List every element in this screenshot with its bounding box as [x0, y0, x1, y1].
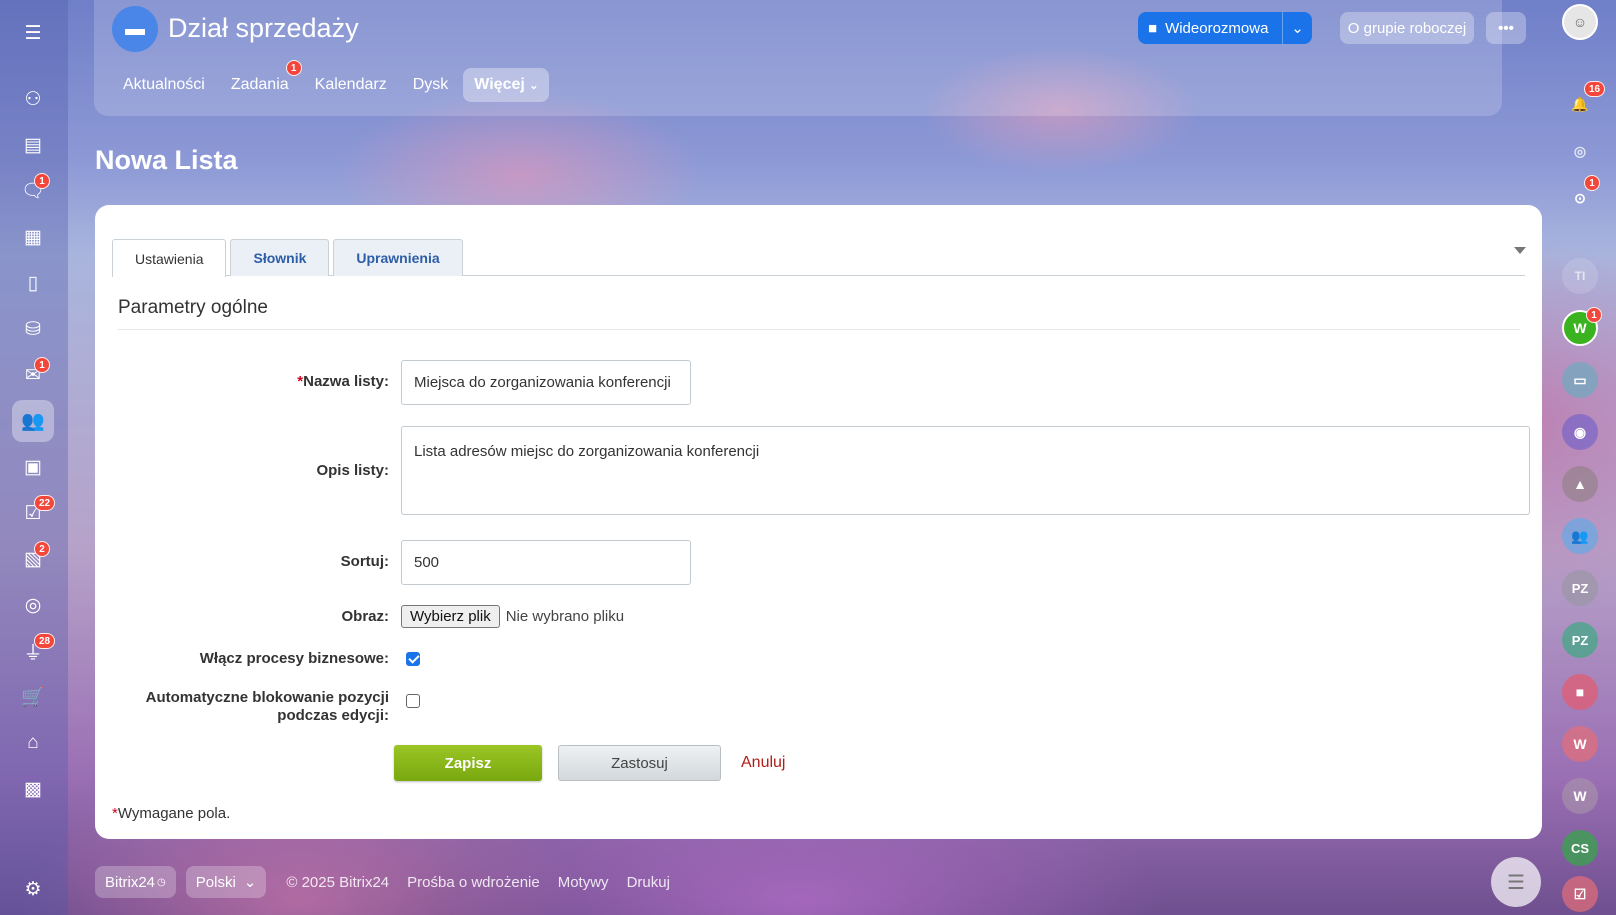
- menu-icon[interactable]: ☰: [12, 12, 54, 54]
- video-dropdown-chevron-icon[interactable]: ⌄: [1282, 12, 1312, 44]
- tab-bar: Ustawienia Słownik Uprawnienia: [112, 239, 1525, 277]
- sort-input[interactable]: 500: [401, 540, 691, 585]
- group-title: Dział sprzedaży: [168, 13, 359, 43]
- business-process-label: Włącz procesy biznesowe:: [199, 650, 389, 667]
- required-fields-note: *Wymagane pola.: [112, 805, 231, 822]
- chat-avatar-3[interactable]: ▲: [1562, 466, 1598, 502]
- chat-icon[interactable]: 🗨 1: [12, 170, 54, 212]
- page-title: Nowa Lista: [95, 145, 238, 175]
- chevron-down-icon: ⌄: [243, 874, 257, 891]
- news-icon[interactable]: ▧ 2: [12, 538, 54, 580]
- list-description-textarea[interactable]: Lista adresów miejsc do zorganizowania k…: [401, 426, 1530, 515]
- drive-icon[interactable]: ⛁: [12, 308, 54, 350]
- about-group-button[interactable]: O grupie roboczej: [1340, 12, 1474, 44]
- chat-search-icon[interactable]: ⊙ 1: [1562, 175, 1600, 216]
- nav-news[interactable]: Aktualności: [112, 68, 216, 102]
- name-label: *Nazwa listy:: [297, 373, 389, 390]
- document-icon[interactable]: ▯: [12, 262, 54, 304]
- business-process-checkbox[interactable]: [406, 652, 420, 666]
- nav-tasks[interactable]: Zadania 1: [220, 60, 302, 102]
- apply-button[interactable]: Zastosuj: [558, 745, 721, 781]
- calendar-icon[interactable]: ▦: [12, 216, 54, 258]
- chat-menu-fab[interactable]: ☰: [1491, 857, 1541, 907]
- tab-permissions[interactable]: Uprawnienia: [333, 239, 463, 276]
- more-options-button[interactable]: •••: [1486, 12, 1526, 44]
- user-avatar[interactable]: ☺: [1562, 4, 1598, 40]
- folder-icon: ▬: [112, 6, 158, 52]
- video-call-button[interactable]: ■ Wideorozmowa ⌄: [1138, 12, 1312, 44]
- video-chat-icon[interactable]: ■: [1562, 674, 1598, 710]
- filter-icon[interactable]: ⏚ 28: [12, 630, 56, 672]
- bitrix-logo-button[interactable]: Bitrix24 ◷: [95, 866, 176, 898]
- section-title: Parametry ogólne: [118, 297, 268, 318]
- avatar-ti[interactable]: TI: [1562, 258, 1598, 294]
- settings-icon[interactable]: ⚙: [12, 868, 54, 910]
- nav-calendar[interactable]: Kalendarz: [304, 68, 398, 102]
- presentation-icon[interactable]: ▣: [12, 446, 54, 488]
- language-select[interactable]: Polski ⌄: [185, 866, 267, 898]
- list-name-input[interactable]: Miejsca do zorganizowania konferencji: [401, 360, 691, 405]
- sort-label: Sortuj:: [340, 553, 389, 570]
- collapse-triangle-icon[interactable]: [1514, 247, 1526, 254]
- chat-avatar-group[interactable]: 👥: [1562, 518, 1598, 554]
- target-icon[interactable]: ◎: [12, 584, 54, 626]
- mail-icon[interactable]: ✉ 1: [12, 354, 54, 396]
- copyright-text: © 2025 Bitrix24: [286, 873, 390, 891]
- nav-more[interactable]: Więcej ⌄: [463, 68, 550, 102]
- tasks-badge: 22: [34, 495, 56, 511]
- avatar-w-2[interactable]: W: [1562, 726, 1598, 762]
- notifications-badge: 16: [1584, 81, 1606, 97]
- section-divider: [118, 329, 1520, 330]
- footer-link-themes[interactable]: Motywy: [558, 874, 609, 891]
- avatar-w-badge: 1: [1586, 307, 1602, 323]
- auto-lock-checkbox[interactable]: [406, 694, 420, 708]
- tab-dictionary[interactable]: Słownik: [230, 239, 330, 276]
- feed-icon[interactable]: ▤: [12, 124, 54, 166]
- cart-icon[interactable]: 🛒: [12, 676, 54, 718]
- chat-avatar-2[interactable]: ◉: [1562, 414, 1598, 450]
- store-icon[interactable]: ⌂: [12, 722, 54, 764]
- footer-link-implementation[interactable]: Prośba o wdrożenie: [407, 874, 540, 891]
- groups-icon[interactable]: 👥: [12, 400, 54, 442]
- avatar-pz-2[interactable]: PZ: [1562, 622, 1598, 658]
- footer-link-print[interactable]: Drukuj: [627, 874, 670, 891]
- cancel-link[interactable]: Anuluj: [741, 754, 785, 772]
- left-sidebar: ☰ ⚇ ▤ 🗨 1 ▦ ▯ ⛁ ✉ 1 👥 ▣ ☑ 22 ▧ 2 ◎ ⏚ 28 🛒 ⌂ ▩…: [0, 0, 68, 915]
- task-check-icon[interactable]: ☑: [1562, 876, 1598, 912]
- mail-badge: 1: [34, 357, 50, 373]
- tasks-nav-badge: 1: [285, 60, 302, 76]
- nav-drive[interactable]: Dysk: [402, 68, 460, 102]
- file-picker: Wybierz plik Nie wybrano pliku: [401, 605, 624, 628]
- bell-icon[interactable]: 🔔 16: [1562, 81, 1606, 122]
- save-button[interactable]: Zapisz: [394, 745, 542, 781]
- group-nav: Aktualności Zadania 1 Kalendarz Dysk Więc…: [112, 60, 553, 102]
- copilot-icon[interactable]: ◎: [1562, 133, 1598, 169]
- choose-file-button[interactable]: Wybierz plik: [401, 605, 500, 628]
- chat-badge: 1: [34, 173, 50, 189]
- image-label: Obraz:: [341, 608, 389, 625]
- chevron-down-icon: ⌄: [529, 80, 539, 92]
- auto-lock-label-line2: podczas edycji:: [277, 707, 389, 724]
- avatar-cs[interactable]: CS: [1562, 830, 1598, 866]
- footer: Bitrix24 ◷ Polski ⌄ © 2025 Bitrix24 Prośba…: [95, 866, 688, 898]
- clock-icon: ◷: [157, 876, 166, 888]
- auto-lock-label-line1: Automatyczne blokowanie pozycji: [145, 689, 389, 706]
- avatar-w-active[interactable]: W1: [1562, 307, 1602, 346]
- file-status: Nie wybrano pliku: [505, 608, 625, 625]
- tasks-icon[interactable]: ☑ 22: [12, 492, 56, 534]
- avatar-pz-1[interactable]: PZ: [1562, 570, 1598, 606]
- collab-icon[interactable]: ⚇: [12, 78, 54, 120]
- camera-icon: ■: [1148, 19, 1158, 37]
- right-sidebar: ☺ 🔔 16 ◎ ⊙ 1 TI W1 ▭ ◉ ▲ 👥 PZ PZ ■ W W CS …: [1548, 0, 1616, 915]
- news-badge: 2: [34, 541, 50, 557]
- form-card: Ustawienia Słownik Uprawnienia Parametry…: [95, 205, 1542, 839]
- description-label: Opis listy:: [316, 462, 389, 479]
- tab-settings[interactable]: Ustawienia: [112, 239, 227, 277]
- chat-search-badge: 1: [1584, 175, 1600, 191]
- filter-badge: 28: [34, 633, 56, 649]
- chat-avatar-1[interactable]: ▭: [1562, 362, 1598, 398]
- avatar-w-3[interactable]: W: [1562, 778, 1598, 814]
- schedule-icon[interactable]: ▩: [12, 768, 54, 810]
